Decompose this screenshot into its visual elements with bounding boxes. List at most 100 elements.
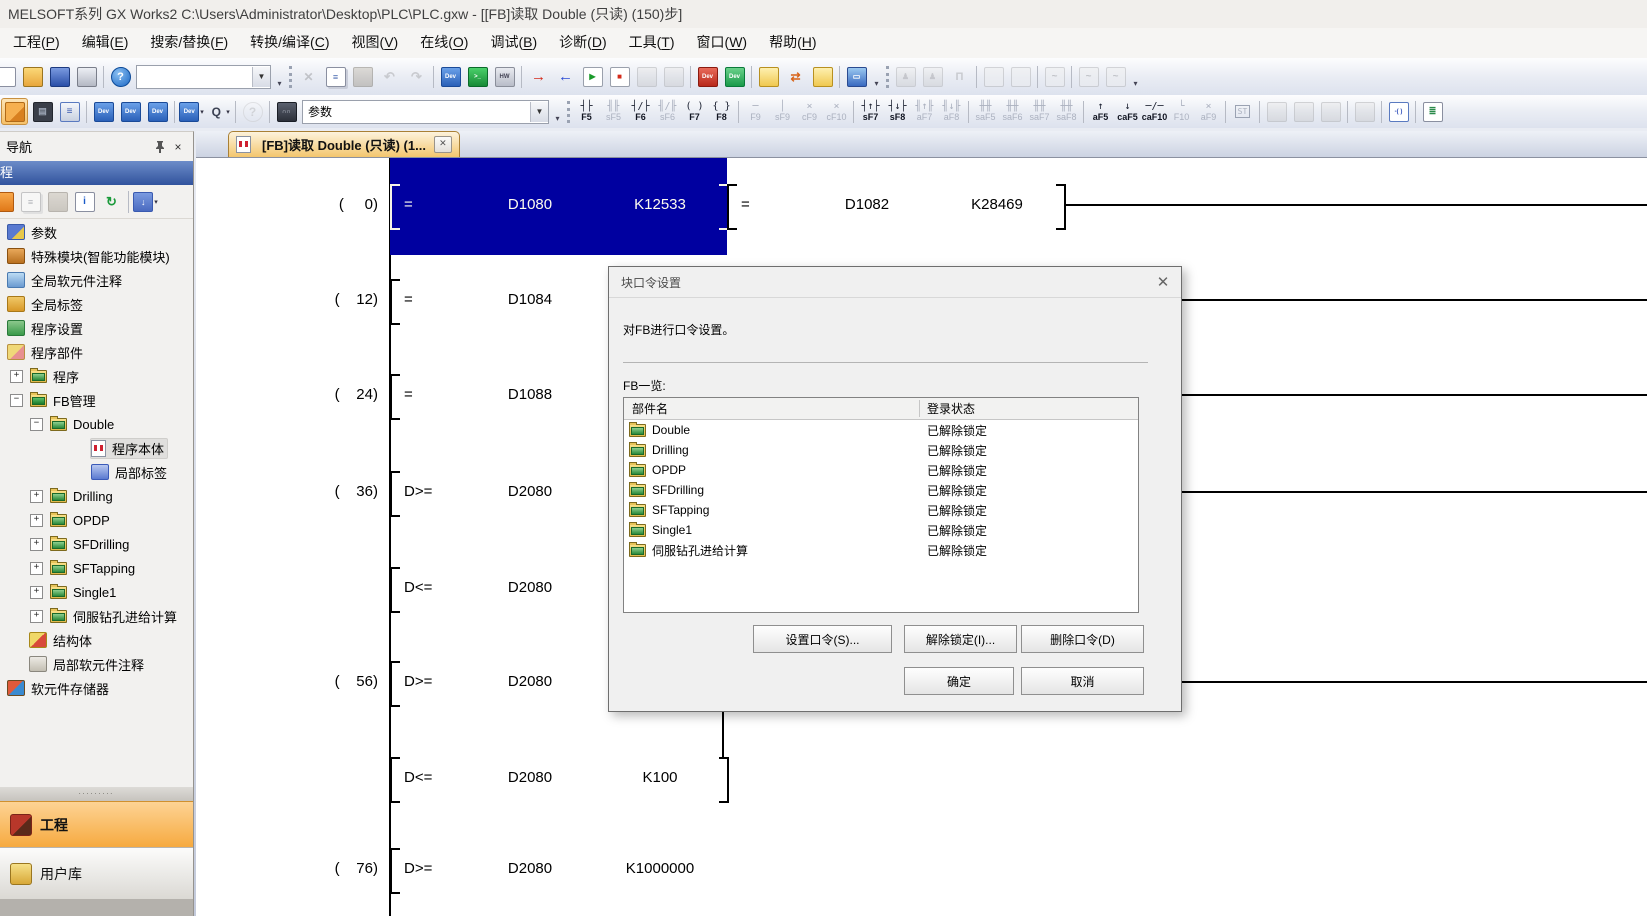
nav-sort-button[interactable]: ↓▾: [133, 189, 158, 214]
toolbar-overflow-icon[interactable]: ▾: [870, 63, 883, 91]
ladder-symbol-f9-button[interactable]: ─F9: [742, 97, 769, 127]
dialog-titlebar[interactable]: 块口令设置 ✕: [609, 267, 1181, 298]
compare-operator[interactable]: D<=: [404, 578, 432, 598]
column-status[interactable]: 登录状态: [927, 400, 975, 417]
compare-operator[interactable]: D<=: [404, 768, 432, 788]
menu-item-7[interactable]: 调试(B): [479, 28, 548, 58]
tree-item-body[interactable]: 程序: [29, 366, 83, 387]
menu-item-1[interactable]: 工程(P): [2, 28, 71, 58]
window-select-combobox[interactable]: 参数▼: [302, 100, 549, 124]
fb-list-row[interactable]: SFDrilling已解除锁定: [624, 480, 1138, 500]
fb-list-row[interactable]: Drilling已解除锁定: [624, 440, 1138, 460]
fb-list-row[interactable]: Single1已解除锁定: [624, 520, 1138, 540]
tree-item-[interactable]: 全局软元件注释: [0, 268, 193, 292]
context-help-button[interactable]: ?: [240, 99, 265, 124]
save-project-button[interactable]: [47, 64, 72, 89]
tree-item-[interactable]: 全局标签: [0, 292, 193, 316]
tree-item-sftapping[interactable]: +SFTapping: [0, 556, 193, 580]
tree-item-body[interactable]: OPDP: [49, 512, 114, 529]
collapse-icon[interactable]: −: [10, 394, 23, 407]
column-part-name[interactable]: 部件名: [624, 400, 668, 417]
tree-item-[interactable]: 局部标签: [0, 460, 193, 484]
tree-item-body[interactable]: Single1: [49, 584, 120, 601]
compare-operator[interactable]: =: [404, 385, 413, 405]
ladder-symbol-saf5-button[interactable]: ╫╫saF5: [972, 97, 999, 127]
redo-button[interactable]: ↷: [404, 64, 429, 89]
tree-item-[interactable]: 参数: [0, 220, 193, 244]
ladder-symbol-af9-button[interactable]: ×aF9: [1195, 97, 1222, 127]
ladder-symbol-saf6-button[interactable]: ╫╫saF6: [999, 97, 1026, 127]
trend-monitor-button[interactable]: ~: [1103, 64, 1128, 89]
toolbar-handle[interactable]: [289, 66, 292, 88]
device-display-button[interactable]: Dev▾: [179, 99, 204, 124]
tree-item-[interactable]: 局部软元件注释: [0, 652, 193, 676]
nav-edit-button[interactable]: [0, 189, 16, 214]
tree-item-single1[interactable]: +Single1: [0, 580, 193, 604]
tree-item-body[interactable]: Double: [49, 416, 118, 433]
tree-item-[interactable]: +伺服钻孔进给计算: [0, 604, 193, 628]
ladder-edit1-button[interactable]: [1264, 99, 1289, 124]
dialog-close-icon[interactable]: ✕: [1145, 267, 1181, 297]
delete-password-button[interactable]: 删除口令(D): [1021, 625, 1144, 653]
operand-device[interactable]: D2080: [485, 768, 575, 788]
nav-copy-button[interactable]: ≡: [18, 189, 43, 214]
chevron-down-icon[interactable]: ▼: [530, 102, 548, 122]
tree-item-body[interactable]: Drilling: [49, 488, 117, 505]
note-display-button[interactable]: [810, 64, 835, 89]
tree-item-drilling[interactable]: + Drilling: [0, 484, 193, 508]
tree-item-body[interactable]: 全局标签: [6, 294, 87, 315]
scan-time-button[interactable]: ~: [1042, 64, 1067, 89]
ladder-symbol-cf10-button[interactable]: ×cF10: [823, 97, 850, 127]
ladder-symbol-caf5-button[interactable]: ↓caF5: [1114, 97, 1141, 127]
device-comment2-button[interactable]: Dev: [118, 99, 143, 124]
tree-item-[interactable]: 程序部件: [0, 340, 193, 364]
expand-icon[interactable]: +: [30, 490, 43, 503]
ladder-edit3-button[interactable]: [1318, 99, 1343, 124]
tree-item-body[interactable]: 伺服钻孔进给计算: [49, 606, 181, 627]
print-button[interactable]: [74, 64, 99, 89]
tree-item-body[interactable]: 局部软元件注释: [28, 654, 148, 675]
compare-operator[interactable]: =: [741, 195, 750, 215]
nav-property-button[interactable]: i: [72, 189, 97, 214]
menu-item-5[interactable]: 视图(V): [341, 28, 410, 58]
tree-item-opdp[interactable]: +OPDP: [0, 508, 193, 532]
ladder-symbol-f5-button[interactable]: ┤├F5: [573, 97, 600, 127]
tree-item-body[interactable]: 特殊模块(智能功能模块): [6, 246, 174, 267]
tree-item-double[interactable]: −Double: [0, 412, 193, 436]
ladder-symbol-saf8-button[interactable]: ╫╫saF8: [1053, 97, 1080, 127]
ladder-symbol-f7-button[interactable]: ( )F7: [681, 97, 708, 127]
cross-reference-button[interactable]: ∩∩: [274, 99, 299, 124]
quick-find-combobox[interactable]: ▼: [136, 65, 271, 89]
ladder-symbol-sf8-button[interactable]: ┤↓├sF8: [884, 97, 911, 127]
navigation-window-button[interactable]: [1, 98, 28, 125]
ladder-symbol-af7-button[interactable]: ╢↑╟aF7: [911, 97, 938, 127]
ladder-symbol-af5-button[interactable]: ↑aF5: [1087, 97, 1114, 127]
ladder-symbol-sf9-button[interactable]: │sF9: [769, 97, 796, 127]
device-test-button[interactable]: HW: [492, 64, 517, 89]
chevron-down-icon[interactable]: ▾: [154, 198, 158, 206]
panel-splitter[interactable]: .........: [0, 787, 193, 801]
chevron-down-icon[interactable]: ▼: [252, 67, 270, 87]
fb-list-row[interactable]: Double已解除锁定: [624, 420, 1138, 440]
tab-fb-double[interactable]: [FB]读取 Double (只读) (1... ✕: [228, 131, 460, 157]
help-button[interactable]: ?: [108, 64, 133, 89]
tab-close-icon[interactable]: ✕: [434, 136, 452, 153]
tree-item-body[interactable]: FB管理: [29, 390, 100, 411]
monitor-start-button[interactable]: ♟: [893, 64, 918, 89]
coil-search-button[interactable]: -( ): [1386, 99, 1411, 124]
tree-item-body[interactable]: 参数: [6, 222, 61, 243]
tree-item-[interactable]: 结构体: [0, 628, 193, 652]
menu-item-3[interactable]: 搜索/替换(F): [139, 28, 239, 58]
tree-item-[interactable]: 程序本体: [0, 436, 193, 460]
sampling-trace-button[interactable]: Π: [947, 64, 972, 89]
tree-item-[interactable]: 软元件存储器: [0, 676, 193, 700]
menu-item-10[interactable]: 窗口(W): [686, 28, 759, 58]
operand-constant[interactable]: K12533: [612, 195, 708, 215]
compare-operator[interactable]: =: [404, 290, 413, 310]
chevron-down-icon[interactable]: ▾: [200, 108, 204, 116]
expand-icon[interactable]: +: [30, 562, 43, 575]
paste-button[interactable]: [350, 64, 375, 89]
menu-item-4[interactable]: 转换/编译(C): [239, 28, 340, 58]
menu-item-9[interactable]: 工具(T): [618, 28, 686, 58]
nav-paste-button[interactable]: [45, 189, 70, 214]
